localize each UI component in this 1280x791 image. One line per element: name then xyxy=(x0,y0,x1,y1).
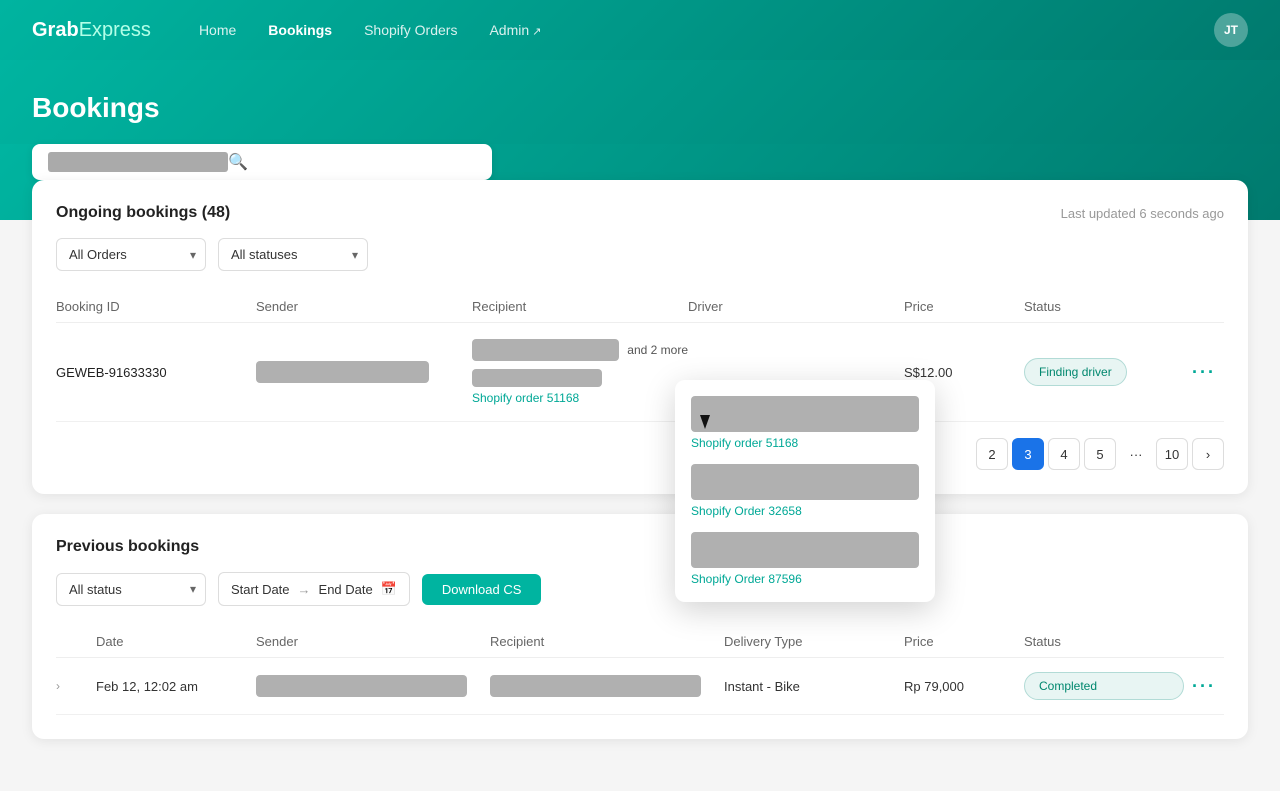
page-3-button[interactable]: 3 xyxy=(1012,438,1044,470)
brand-express: Express xyxy=(79,19,151,41)
last-updated-text: Last updated 6 seconds ago xyxy=(1061,206,1224,221)
page-next-button[interactable]: › xyxy=(1192,438,1224,470)
main-content: Ongoing bookings (48) Last updated 6 sec… xyxy=(0,180,1280,791)
recipient-sub-block xyxy=(472,369,602,387)
popup-shopify-link-1[interactable]: Shopify order 51168 xyxy=(691,436,919,450)
navbar: GrabExpress Home Bookings Shopify Orders… xyxy=(0,0,1280,60)
status-cell: Finding driver xyxy=(1024,358,1184,386)
prev-col-price: Price xyxy=(904,634,1024,649)
ongoing-bookings-card: Ongoing bookings (48) Last updated 6 sec… xyxy=(32,180,1248,494)
nav-shopify-orders[interactable]: Shopify Orders xyxy=(364,22,457,38)
more-actions-button[interactable]: ··· xyxy=(1184,362,1224,383)
ongoing-title: Ongoing bookings (48) xyxy=(56,204,230,222)
popup-block-1 xyxy=(691,396,919,432)
table-row: › Feb 12, 12:02 am Instant - Bike Rp 79,… xyxy=(56,658,1224,715)
page-10-button[interactable]: 10 xyxy=(1156,438,1188,470)
col-driver: Driver xyxy=(688,299,904,314)
all-orders-select[interactable]: All Orders xyxy=(56,238,206,271)
table-row: GEWEB-91633330 and 2 more Shopify order … xyxy=(56,323,1224,422)
prev-col-actions xyxy=(1184,634,1224,649)
col-sender: Sender xyxy=(256,299,472,314)
prev-col-expand xyxy=(56,634,96,649)
date-range-picker[interactable]: Start Date → End Date 📅 xyxy=(218,572,410,606)
prev-col-delivery-type: Delivery Type xyxy=(724,634,904,649)
col-booking-id: Booking ID xyxy=(56,299,256,314)
ongoing-header: Ongoing bookings (48) Last updated 6 sec… xyxy=(56,204,1224,222)
search-highlight xyxy=(48,152,228,172)
start-date-label: Start Date xyxy=(231,582,290,597)
col-price: Price xyxy=(904,299,1024,314)
nav-home[interactable]: Home xyxy=(199,22,236,38)
previous-table-header: Date Sender Recipient Delivery Type Pric… xyxy=(56,626,1224,658)
popup-block-2 xyxy=(691,464,919,500)
nav-admin[interactable]: Admin xyxy=(489,22,541,38)
previous-title: Previous bookings xyxy=(56,538,199,556)
sender-block xyxy=(256,361,429,383)
previous-filters: All status Start Date → End Date 📅 Downl… xyxy=(56,572,1224,606)
prev-col-recipient: Recipient xyxy=(490,634,724,649)
brand-grab: Grab xyxy=(32,19,79,41)
all-statuses-select[interactable]: All statuses xyxy=(218,238,368,271)
status-badge-finding: Finding driver xyxy=(1024,358,1127,386)
popup-card: Shopify order 51168 Shopify Order 32658 … xyxy=(675,380,935,602)
prev-delivery-type-value: Instant - Bike xyxy=(724,679,904,694)
prev-status-wrapper: All status xyxy=(56,573,206,606)
expand-icon[interactable]: › xyxy=(56,679,96,693)
prev-col-sender: Sender xyxy=(256,634,490,649)
booking-id-value: GEWEB-91633330 xyxy=(56,365,256,380)
prev-recipient-cell xyxy=(490,675,724,697)
prev-col-status: Status xyxy=(1024,634,1184,649)
all-statuses-wrapper: All statuses xyxy=(218,238,368,271)
nav-bookings[interactable]: Bookings xyxy=(268,22,332,38)
popup-shopify-link-2[interactable]: Shopify Order 32658 xyxy=(691,504,919,518)
sender-cell xyxy=(256,361,472,383)
popup-item-3: Shopify Order 87596 xyxy=(691,532,919,586)
prev-recipient-block xyxy=(490,675,701,697)
page-title: Bookings xyxy=(32,92,1248,124)
col-status: Status xyxy=(1024,299,1184,314)
download-csv-button[interactable]: Download CS xyxy=(422,574,542,605)
search-container: 🔍 xyxy=(32,144,492,180)
shopify-order-link-row[interactable]: Shopify order 51168 xyxy=(472,391,688,405)
prev-date-value: Feb 12, 12:02 am xyxy=(96,679,256,694)
prev-status-select[interactable]: All status xyxy=(56,573,206,606)
popup-item-2: Shopify Order 32658 xyxy=(691,464,919,518)
popup-block-3 xyxy=(691,532,919,568)
prev-col-date: Date xyxy=(96,634,256,649)
ongoing-filters: All Orders All statuses xyxy=(56,238,1224,271)
status-badge-completed: Completed xyxy=(1024,672,1184,700)
prev-sender-block xyxy=(256,675,467,697)
col-recipient: Recipient xyxy=(472,299,688,314)
search-icon[interactable]: 🔍 xyxy=(228,152,248,172)
page-4-button[interactable]: 4 xyxy=(1048,438,1080,470)
previous-header: Previous bookings xyxy=(56,538,1224,556)
page-5-button[interactable]: 5 xyxy=(1084,438,1116,470)
page-2-button[interactable]: 2 xyxy=(976,438,1008,470)
popup-shopify-link-3[interactable]: Shopify Order 87596 xyxy=(691,572,919,586)
prev-sender-cell xyxy=(256,675,490,697)
previous-bookings-card: Previous bookings All status Start Date … xyxy=(32,514,1248,739)
ongoing-table-header: Booking ID Sender Recipient Driver Price… xyxy=(56,291,1224,323)
popup-item-1: Shopify order 51168 xyxy=(691,396,919,450)
page-dots: ··· xyxy=(1120,438,1152,470)
col-actions xyxy=(1184,299,1224,314)
prev-more-actions-button[interactable]: ··· xyxy=(1184,676,1224,697)
brand-logo[interactable]: GrabExpress xyxy=(32,19,151,42)
end-date-label: End Date xyxy=(319,582,373,597)
nav-links: Home Bookings Shopify Orders Admin xyxy=(199,22,1214,38)
and-more-text: and 2 more xyxy=(627,343,688,357)
all-orders-wrapper: All Orders xyxy=(56,238,206,271)
pagination: 2 3 4 5 ··· 10 › xyxy=(56,438,1224,470)
recipient-cell: and 2 more Shopify order 51168 xyxy=(472,339,688,405)
calendar-icon: 📅 xyxy=(381,581,397,597)
price-value: S$12.00 xyxy=(904,365,1024,380)
date-arrow-icon: → xyxy=(298,582,311,597)
user-avatar[interactable]: JT xyxy=(1214,13,1248,47)
recipient-block xyxy=(472,339,619,361)
prev-price-value: Rp 79,000 xyxy=(904,679,1024,694)
